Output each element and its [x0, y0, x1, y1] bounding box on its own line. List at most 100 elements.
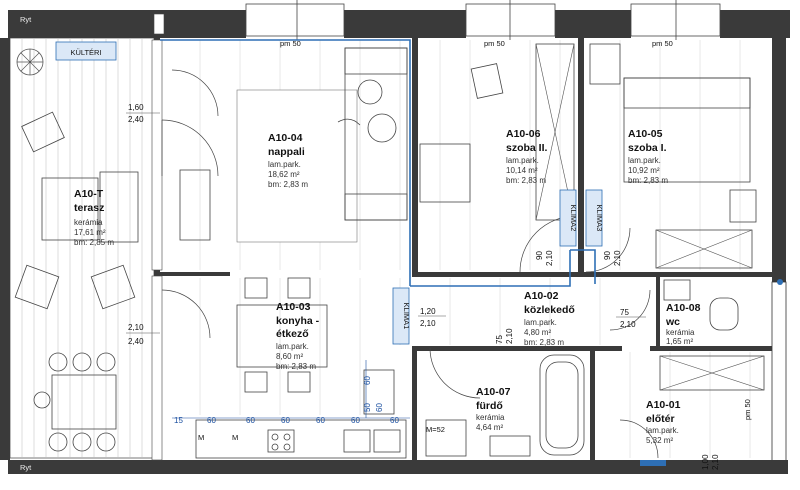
room-floor: lam.park.: [628, 156, 661, 165]
pm-label: pm 50: [743, 399, 752, 420]
appliance-label: M=52: [426, 425, 445, 434]
living-room-furniture: [179, 47, 408, 243]
room-height: bm: 2,83 m: [268, 180, 308, 189]
dim-label: 2,40: [128, 337, 144, 346]
klima2-tag: KLIMA2: [559, 189, 578, 247]
room-furdo: A10-07 fürdő kerámia 4,64 m²: [476, 386, 511, 432]
dim-label: 60: [351, 416, 360, 425]
room-height: bm: 2,83 m: [524, 338, 564, 347]
room-area: 10,92 m²: [628, 166, 660, 175]
appliance-marks: M M M=52: [198, 425, 445, 442]
room-name: wc: [665, 316, 680, 328]
dim-label: 90: [535, 251, 544, 260]
room-floor: lam.park.: [506, 156, 539, 165]
dim-label: 50: [363, 403, 372, 412]
room-height: bm: 2,85 m: [74, 238, 114, 247]
terrace-floor: [9, 37, 155, 459]
room-kozlekedo: A10-02 közlekedő lam.park. 4,80 m² bm: 2…: [524, 290, 575, 347]
room-szoba2: A10-06 szoba II. lam.park. 10,14 m² bm: …: [506, 128, 548, 185]
room-name: szoba I.: [628, 142, 667, 154]
klima3-tag: KLIMA3: [585, 189, 604, 247]
room-floor: kerámia: [74, 218, 103, 227]
klima3-label: KLIMA3: [595, 205, 604, 232]
room-floor: kerámia: [476, 413, 505, 422]
room-konyha: A10-03 konyha - étkező lam.park. 8,60 m²…: [276, 301, 320, 371]
appliance-label: M: [232, 433, 238, 442]
room-name: közlekedő: [524, 304, 575, 316]
room-floor: lam.park.: [646, 426, 679, 435]
dim-label: 1,60: [128, 103, 144, 112]
dim-label: 60: [363, 376, 372, 385]
room-area: 1,65 m²: [666, 337, 693, 346]
pm-label: pm 50: [484, 39, 505, 48]
dim-label: 2,10: [505, 328, 514, 344]
room-name-2: étkező: [276, 328, 309, 340]
room-wc: A10-08 wc kerámia 1,65 m²: [665, 302, 701, 346]
dim-label: 60: [316, 416, 325, 425]
entrance-marker: [640, 460, 666, 466]
dim-label: 2,10: [613, 250, 622, 266]
room-code: A10-04: [268, 132, 303, 144]
room-code: A10-02: [524, 290, 559, 302]
room-szoba1: A10-05 szoba I. lam.park. 10,92 m² bm: 2…: [628, 128, 668, 185]
room-name: szoba II.: [506, 142, 548, 154]
room-height: bm: 2,83 m: [276, 362, 316, 371]
room-area: 10,14 m²: [506, 166, 538, 175]
room-height: bm: 2,83 m: [506, 176, 546, 185]
dim-label: 1,00: [701, 454, 710, 470]
room-code: A10-03: [276, 301, 311, 313]
room-code: A10-01: [646, 399, 681, 411]
dim-label: 2,10: [420, 319, 436, 328]
dim-label: 2,10: [128, 323, 144, 332]
room-area: 18,62 m²: [268, 170, 300, 179]
kulteri-tag: KÜLTÉRI: [55, 41, 117, 61]
dim-label: 60: [281, 416, 290, 425]
room-name: konyha -: [276, 315, 320, 327]
appliance-label: M: [198, 433, 204, 442]
dim-label: 60: [246, 416, 255, 425]
pm-label: pm 50: [280, 39, 301, 48]
dim-label: 60: [390, 416, 399, 425]
room-name: fürdő: [476, 400, 503, 412]
pm-label: pm 50: [652, 39, 673, 48]
room-eloter: A10-01 előtér lam.park. 5,32 m²: [646, 399, 681, 445]
dim-label: 60: [207, 416, 216, 425]
dim-label: 2,10: [620, 320, 636, 329]
room-code: A10-08: [666, 302, 701, 314]
room-floor: lam.park.: [524, 318, 557, 327]
plant-icon: [16, 48, 44, 76]
dim-label: 2,10: [711, 454, 720, 470]
dim-label: 2,10: [545, 250, 554, 266]
room-code: A10-07: [476, 386, 511, 398]
room-floor: lam.park.: [268, 160, 301, 169]
room-height: bm: 2,83 m: [628, 176, 668, 185]
room-area: 4,80 m²: [524, 328, 551, 337]
klima1-label: KLIMA1: [402, 303, 411, 330]
point-marker: [777, 279, 783, 285]
room-area: 4,64 m²: [476, 423, 503, 432]
room-code: A10-06: [506, 128, 541, 140]
room-name: nappali: [268, 146, 305, 158]
klima2-label: KLIMA2: [569, 205, 578, 232]
dim-label: 75: [495, 335, 504, 344]
klima1-tag: KLIMA1: [392, 287, 411, 345]
room-floor: kerámia: [666, 328, 695, 337]
dim-label: 75: [620, 308, 629, 317]
dim-label: 1,20: [420, 307, 436, 316]
ryt-label: Ryt: [20, 463, 32, 472]
dim-label: 2,40: [128, 115, 144, 124]
dim-label: 15: [174, 416, 183, 425]
room-floor: lam.park.: [276, 342, 309, 351]
room-code: A10-T: [74, 188, 104, 200]
floor-plan: A10-T terasz kerámia 17,61 m² bm: 2,85 m…: [0, 0, 790, 474]
room-code: A10-05: [628, 128, 663, 140]
room-area: 17,61 m²: [74, 228, 106, 237]
room-name: terasz: [74, 202, 104, 214]
dim-label: 60: [375, 403, 384, 412]
room-area: 8,60 m²: [276, 352, 303, 361]
room-area: 5,32 m²: [646, 436, 673, 445]
room-name: előtér: [646, 413, 675, 425]
ryt-label: Ryt: [20, 15, 32, 24]
dim-label: 90: [603, 251, 612, 260]
kulteri-label: KÜLTÉRI: [70, 48, 101, 57]
